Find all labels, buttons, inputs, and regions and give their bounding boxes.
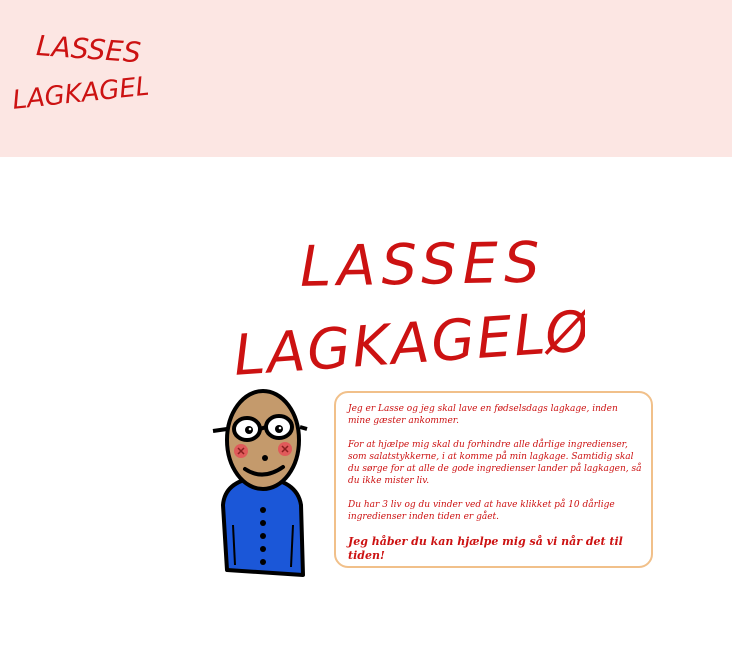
intro-paragraph-3: Du har 3 liv og du vinder ved at have kl… — [348, 500, 615, 522]
logo-small-line1: LASSES — [35, 29, 142, 69]
intro-paragraph-1: Jeg er Lasse og jeg skal lave en fødsels… — [348, 404, 618, 426]
header-bar: LASSES LAGKAGELØB — [0, 0, 732, 157]
title-line1: LASSES — [299, 231, 546, 300]
intro-speech-box: Jeg er Lasse og jeg skal lave en fødsels… — [334, 391, 653, 568]
lasse-character-icon — [212, 389, 308, 577]
intro-paragraph-2: For at hjælpe mig skal du forhindre alle… — [348, 440, 642, 486]
title-line2: LAGKAGELØB — [232, 296, 585, 378]
intro-closing-text: Jeg håber du kan hjælpe mig så vi når de… — [348, 535, 623, 562]
logo-small-line2: LAGKAGELØB — [11, 68, 148, 112]
logo-small[interactable]: LASSES LAGKAGELØB — [8, 22, 148, 112]
title-logo: LASSES LAGKAGELØB — [232, 231, 585, 378]
